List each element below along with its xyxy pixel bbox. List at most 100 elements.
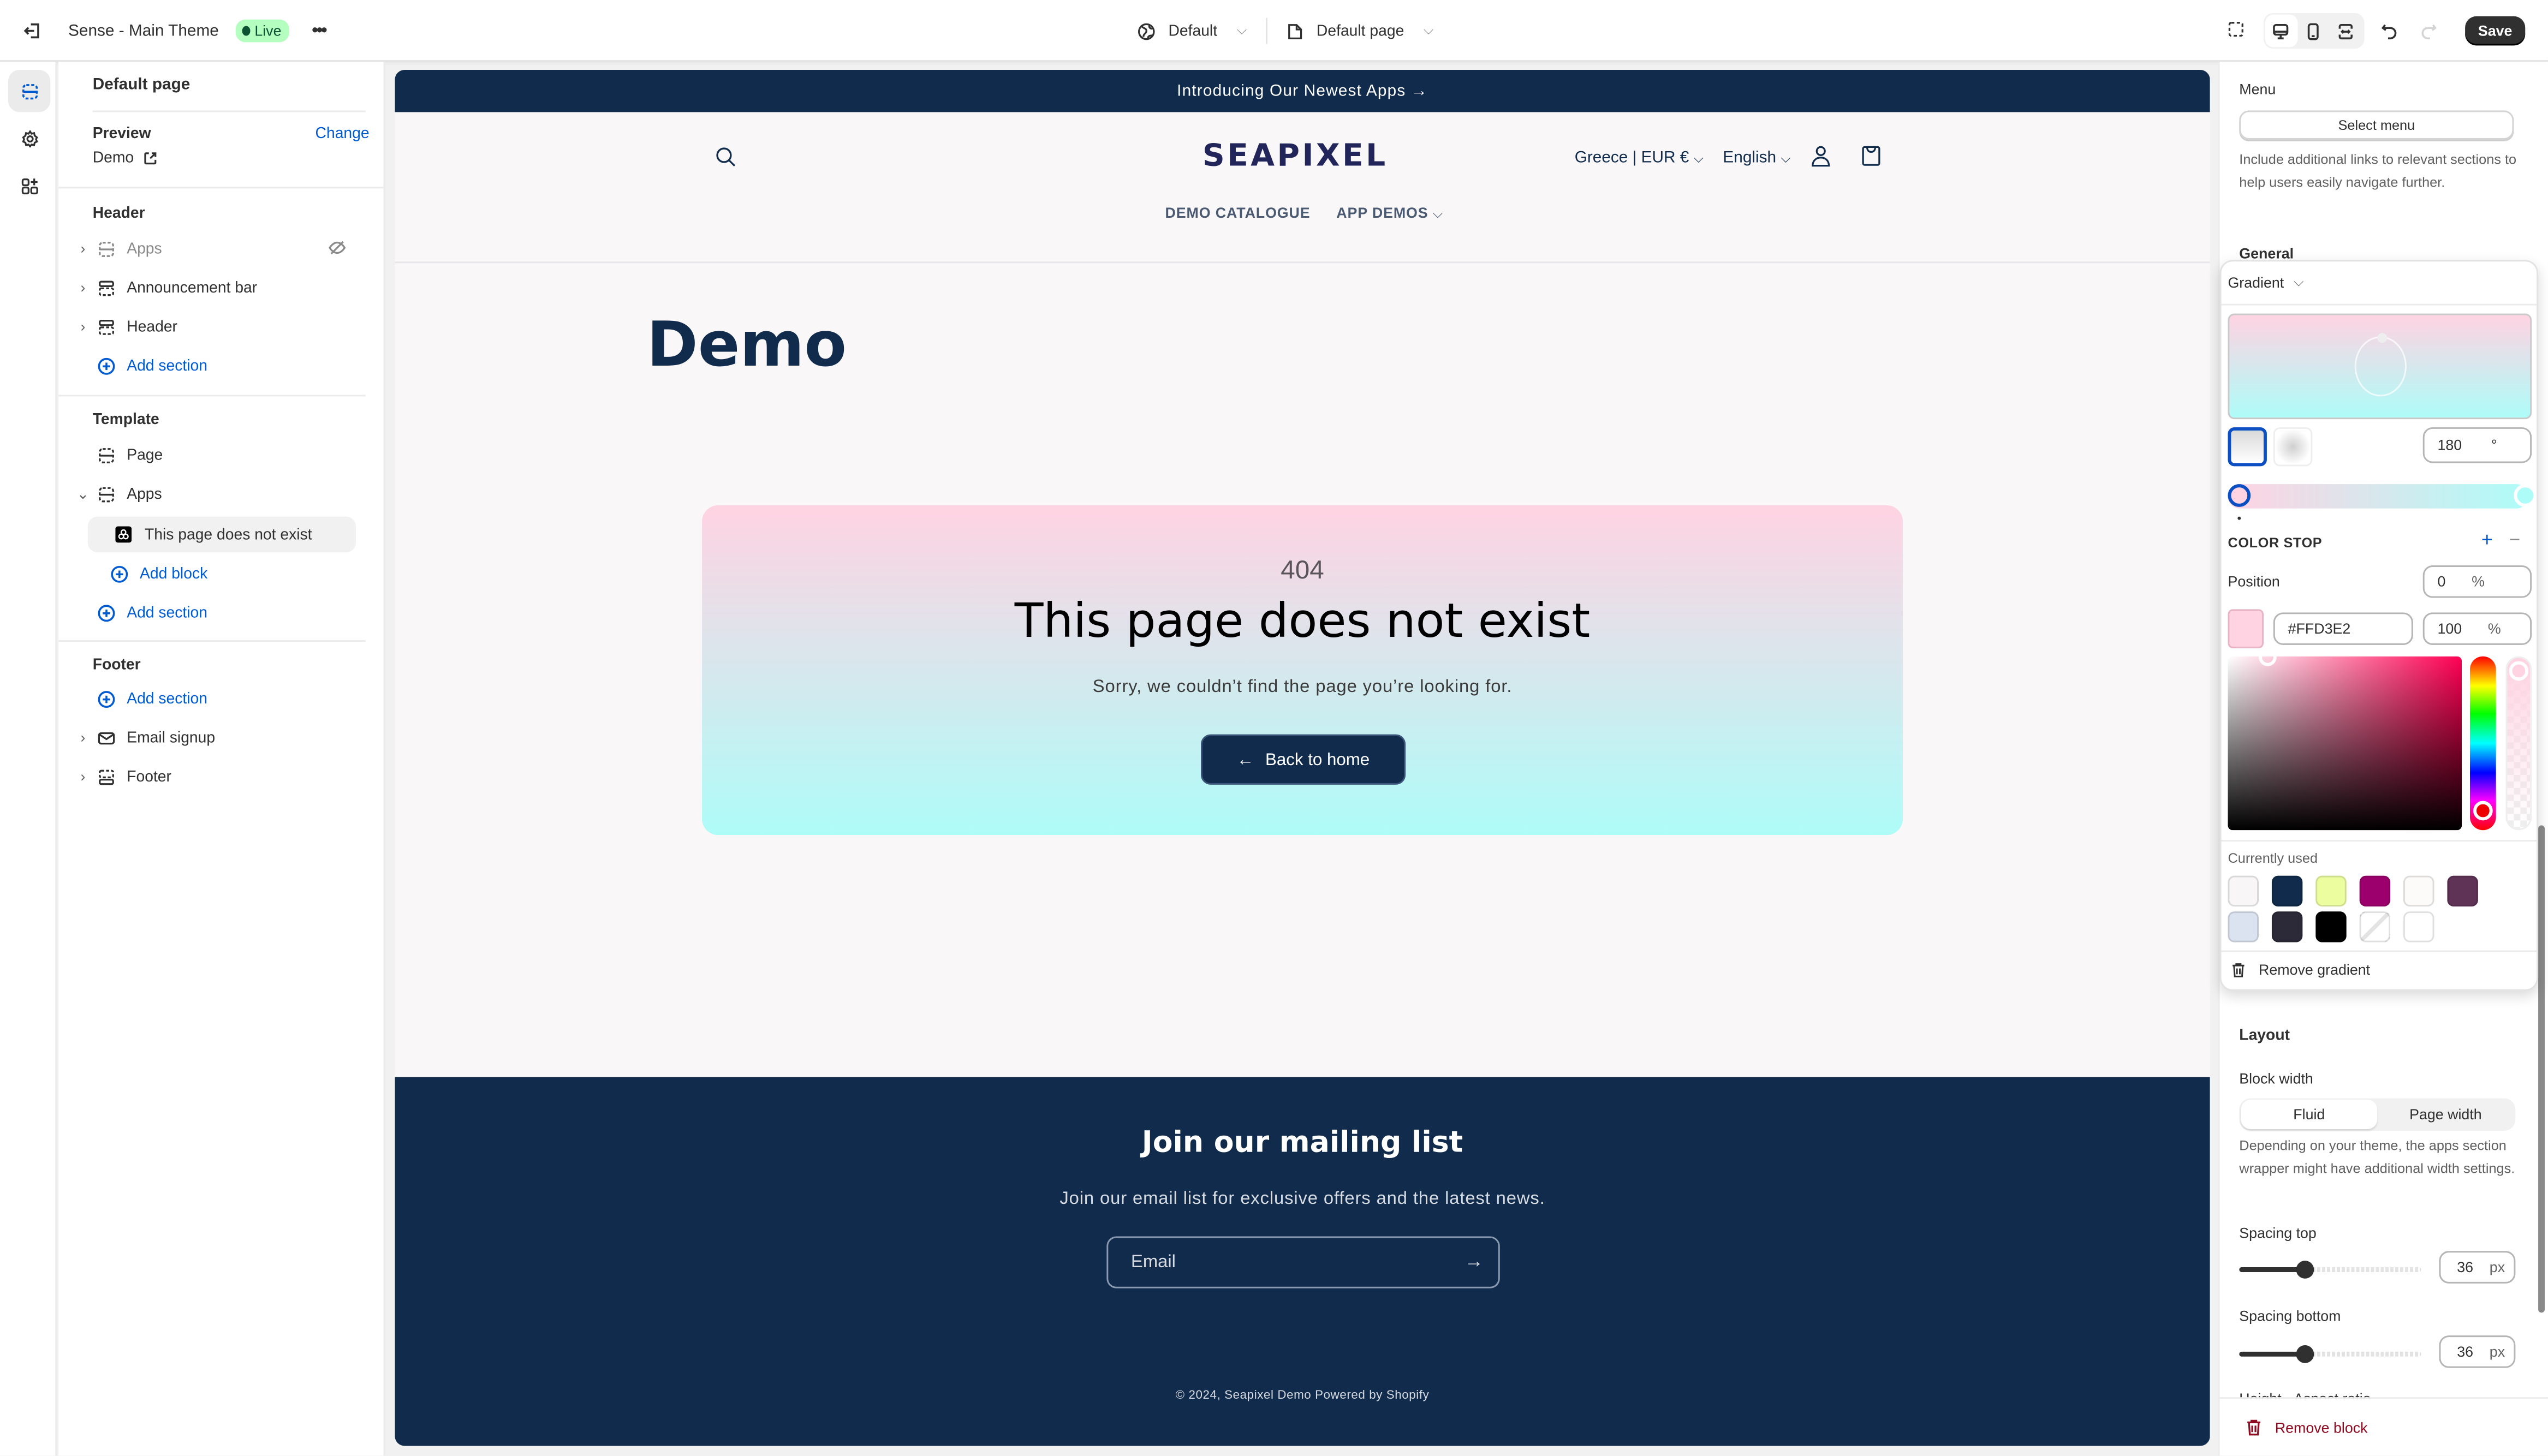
fill-type-select[interactable]: Gradient ⌵ [2221,261,2537,306]
back-to-home-label: Back to home [1265,749,1370,769]
linear-gradient-option[interactable] [2228,427,2267,467]
color-stop-handle-end[interactable] [2514,484,2537,507]
add-block-button[interactable]: Add block [107,556,400,591]
market-selector-label: Default [1168,22,1218,40]
angle-handle[interactable] [2377,333,2388,343]
spacing-top-slider[interactable] [2239,1261,2421,1279]
angle-unit: ° [2491,437,2497,453]
remove-stop-icon[interactable]: − [2509,528,2520,551]
nav-demo-catalogue[interactable]: DEMO CATALOGUE [1165,205,1311,223]
chevron-right-icon[interactable]: › [72,279,94,296]
section-row-apps-template[interactable]: ⌄ Apps [72,476,364,511]
nav-app-demos[interactable]: APP DEMOS ⌵ [1336,205,1443,223]
slider-thumb[interactable] [2296,1345,2315,1363]
chevron-right-icon[interactable]: › [72,730,94,746]
section-row-announcement-bar[interactable]: › Announcement bar [72,270,364,305]
saturation-handle[interactable] [2259,648,2277,666]
spacing-top-input[interactable]: 36 px [2439,1251,2516,1284]
exit-icon[interactable] [20,18,46,44]
slider-thumb[interactable] [2296,1261,2315,1279]
block-width-fluid[interactable]: Fluid [2241,1100,2378,1130]
opacity-input[interactable]: 100 % [2422,612,2532,645]
hidden-eye-icon[interactable] [328,239,346,262]
chevron-right-icon[interactable]: › [72,241,94,257]
plus-circle-icon [94,601,117,624]
add-section-footer-button[interactable]: Add section [72,681,364,716]
country-selector[interactable]: Greece | EUR € ⌵ [1575,150,1704,168]
preview-value: Demo [92,149,134,168]
back-to-home-button[interactable]: ← Back to home [1201,734,1406,785]
store-logo[interactable]: SEAPIXEL [1202,138,1388,174]
add-section-template-button[interactable]: Add section [72,595,364,630]
full-width-view-icon[interactable] [2330,15,2363,47]
spacing-bottom-slider[interactable] [2239,1345,2421,1363]
angle-ring[interactable] [2354,336,2407,397]
color-stop-handle-start[interactable] [2228,484,2251,507]
color-swatch[interactable] [2228,875,2259,907]
page-selector[interactable]: Default page ⌵ [1287,22,1433,40]
color-swatch[interactable] [2228,911,2259,942]
block-width-page[interactable]: Page width [2377,1100,2514,1129]
announcement-text[interactable]: Introducing Our Newest Apps → [1177,82,1428,100]
section-row-header[interactable]: › Header [72,309,364,344]
not-found-block[interactable]: 404 This page does not exist Sorry, we c… [702,505,1903,836]
theme-settings-nav-button[interactable] [8,117,50,159]
select-menu-button[interactable]: Select menu [2239,110,2514,140]
chevron-down-icon[interactable]: ⌄ [72,485,94,503]
more-actions-icon[interactable]: ••• [306,18,332,44]
cart-icon[interactable] [1860,145,1882,172]
market-selector[interactable]: Default ⌵ [1138,22,1247,40]
desktop-view-icon[interactable] [2265,14,2298,47]
saturation-brightness-picker[interactable] [2228,656,2462,831]
search-icon[interactable] [715,146,736,176]
footer-section: Join our mailing list Join our email lis… [395,1077,2210,1446]
section-row-page[interactable]: Page [72,437,364,473]
color-swatch[interactable] [2359,875,2391,907]
hex-input[interactable]: #FFD3E2 [2273,612,2413,645]
block-row-page-not-exist[interactable]: This page does not exist [87,516,356,553]
color-swatch[interactable] [2403,875,2434,907]
gradient-angle-preview[interactable] [2228,313,2532,420]
submit-arrow-icon[interactable]: → [1464,1249,1484,1272]
section-row-email-signup[interactable]: › Email signup [72,720,364,755]
chevron-right-icon[interactable]: › [72,768,94,785]
alpha-slider[interactable] [2505,656,2532,831]
chevron-right-icon[interactable]: › [72,318,94,335]
color-swatch[interactable] [2403,911,2434,942]
change-preview-link[interactable]: Change [315,125,370,143]
add-stop-icon[interactable]: + [2481,528,2493,551]
save-button[interactable]: Save [2465,16,2526,46]
remove-gradient-button[interactable]: Remove gradient [2231,962,2370,978]
email-input[interactable]: Email → [1106,1236,1500,1288]
color-swatch[interactable] [2271,875,2303,907]
hue-handle[interactable] [2473,801,2493,821]
redo-icon[interactable] [2416,18,2443,44]
language-selector[interactable]: English ⌵ [1723,150,1790,168]
gradient-stops-bar[interactable] [2228,484,2529,509]
panel-scrollbar[interactable] [2538,825,2545,1313]
position-input[interactable]: 0 % [2422,565,2532,598]
spacing-bottom-input[interactable]: 36 px [2439,1335,2516,1368]
undo-icon[interactable] [2377,18,2403,44]
sections-nav-button[interactable] [8,70,51,112]
mobile-view-icon[interactable] [2297,15,2330,47]
app-embeds-nav-button[interactable] [8,164,50,206]
no-color-swatch[interactable] [2359,911,2391,942]
color-swatch[interactable] [2447,875,2478,907]
color-swatch[interactable] [2271,911,2303,942]
preview-page-link[interactable]: Demo [93,150,158,168]
remove-block-button[interactable]: Remove block [2219,1397,2548,1455]
alpha-handle[interactable] [2509,661,2529,681]
inspector-select-icon[interactable] [2224,18,2251,44]
radial-gradient-option[interactable] [2273,427,2313,467]
section-row-apps-header[interactable]: › Apps [72,231,364,266]
account-icon[interactable] [1810,145,1831,172]
add-section-header-button[interactable]: Add section [72,348,364,383]
nav-app-demos-label: APP DEMOS [1336,205,1428,221]
section-row-footer[interactable]: › Footer [72,759,364,794]
email-icon [94,726,117,749]
angle-input[interactable]: 180 ° [2422,427,2532,463]
color-swatch[interactable] [2315,875,2347,907]
announcement-bar[interactable]: Introducing Our Newest Apps → [395,70,2210,112]
color-swatch[interactable] [2315,911,2347,942]
